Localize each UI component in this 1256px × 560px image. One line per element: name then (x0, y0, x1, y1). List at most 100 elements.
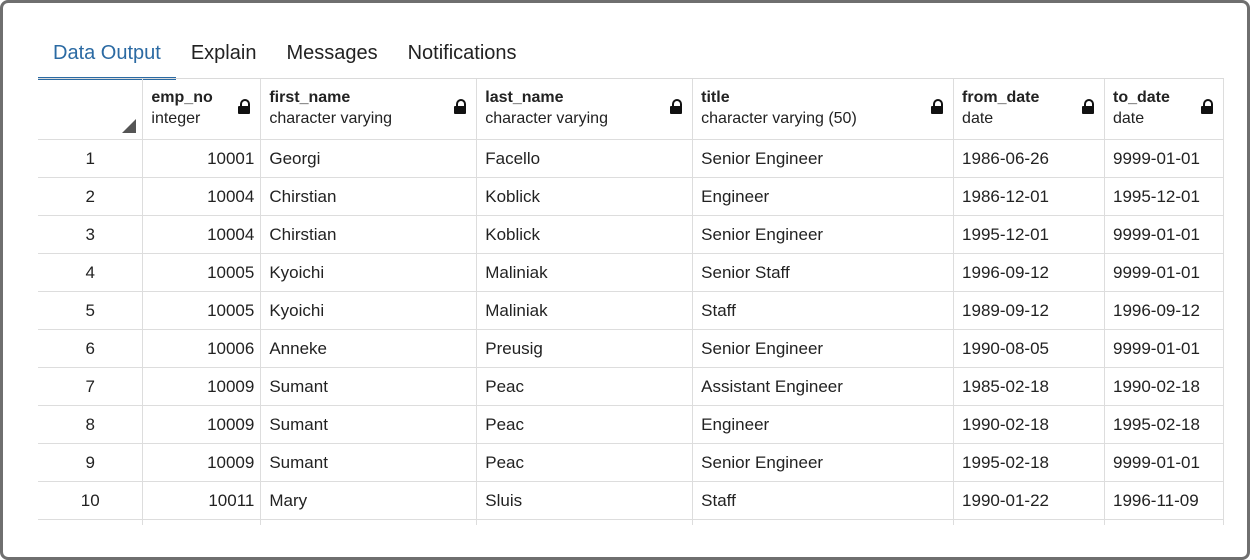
emp-no-cell[interactable]: 10009 (142, 405, 262, 444)
to-date-cell[interactable]: 9999-01-01 (1104, 215, 1224, 254)
empty-cell (692, 519, 955, 525)
lock-icon (670, 99, 683, 114)
title-cell[interactable]: Staff (692, 291, 955, 330)
to-date-cell[interactable]: 9999-01-01 (1104, 253, 1224, 292)
last-name-cell[interactable]: Sluis (476, 481, 694, 520)
from-date-cell[interactable]: 1990-08-05 (953, 329, 1105, 368)
last-name-cell[interactable]: Koblick (476, 177, 694, 216)
last-name-cell[interactable]: Peac (476, 367, 694, 406)
first-name-cell[interactable]: Georgi (260, 139, 478, 178)
row-number[interactable]: 8 (38, 405, 144, 444)
column-header-emp-no[interactable]: emp_no integer (142, 79, 262, 140)
column-type: character varying (269, 110, 393, 127)
tab-data-output[interactable]: Data Output (38, 42, 176, 80)
emp-no-cell[interactable]: 10011 (142, 481, 262, 520)
table-row[interactable]: 6 10006 Anneke Preusig Senior Engineer 1990-0… (38, 329, 1224, 368)
table-row[interactable]: 1 10001 Georgi Facello Senior Engineer 1986-0… (38, 139, 1224, 178)
row-number[interactable]: 7 (38, 367, 144, 406)
from-date-cell[interactable]: 1996-09-12 (953, 253, 1105, 292)
to-date-cell[interactable]: 9999-01-01 (1104, 443, 1224, 482)
first-name-cell[interactable]: Chirstian (260, 177, 478, 216)
table-row[interactable]: 8 10009 Sumant Peac Engineer 1990-02-18 1995-0… (38, 405, 1224, 444)
emp-no-cell[interactable]: 10004 (142, 177, 262, 216)
tab-notifications[interactable]: Notifications (393, 42, 532, 80)
first-name-cell[interactable]: Chirstian (260, 215, 478, 254)
emp-no-cell[interactable]: 10005 (142, 291, 262, 330)
column-header-title[interactable]: title character varying (50) (692, 79, 955, 140)
column-header-last-name[interactable]: last_name character varying (476, 79, 694, 140)
to-date-cell[interactable]: 9999-01-01 (1104, 139, 1224, 178)
row-number[interactable]: 2 (38, 177, 144, 216)
empty-cell (1104, 519, 1224, 525)
lock-icon (1081, 99, 1094, 114)
title-cell[interactable]: Senior Engineer (692, 443, 955, 482)
column-header-first-name[interactable]: first_name character varying (260, 79, 478, 140)
to-date-cell[interactable]: 1996-11-09 (1104, 481, 1224, 520)
to-date-cell[interactable]: 1996-09-12 (1104, 291, 1224, 330)
table-row[interactable]: 7 10009 Sumant Peac Assistant Engineer 1985-0… (38, 367, 1224, 406)
column-header-from-date[interactable]: from_date date (953, 79, 1105, 140)
select-all-cell[interactable] (38, 79, 144, 140)
to-date-cell[interactable]: 9999-01-01 (1104, 329, 1224, 368)
first-name-cell[interactable]: Sumant (260, 443, 478, 482)
from-date-cell[interactable]: 1986-12-01 (953, 177, 1105, 216)
title-cell[interactable]: Assistant Engineer (692, 367, 955, 406)
tab-messages[interactable]: Messages (271, 42, 392, 80)
row-number[interactable]: 3 (38, 215, 144, 254)
last-name-cell[interactable]: Maliniak (476, 253, 694, 292)
from-date-cell[interactable]: 1989-09-12 (953, 291, 1105, 330)
from-date-cell[interactable]: 1986-06-26 (953, 139, 1105, 178)
row-number[interactable]: 1 (38, 139, 144, 178)
row-number[interactable]: 6 (38, 329, 144, 368)
title-cell[interactable]: Staff (692, 481, 955, 520)
from-date-cell[interactable]: 1985-02-18 (953, 367, 1105, 406)
last-name-cell[interactable]: Facello (476, 139, 694, 178)
emp-no-cell[interactable]: 10004 (142, 215, 262, 254)
from-date-cell[interactable]: 1995-02-18 (953, 443, 1105, 482)
first-name-cell[interactable]: Mary (260, 481, 478, 520)
table-row[interactable]: 9 10009 Sumant Peac Senior Engineer 1995-02-1… (38, 443, 1224, 482)
first-name-cell[interactable]: Kyoichi (260, 253, 478, 292)
emp-no-cell[interactable]: 10006 (142, 329, 262, 368)
table-row[interactable]: 2 10004 Chirstian Koblick Engineer 1986-12-01… (38, 177, 1224, 216)
to-date-cell[interactable]: 1995-02-18 (1104, 405, 1224, 444)
first-name-cell[interactable]: Kyoichi (260, 291, 478, 330)
table-row[interactable]: 10 10011 Mary Sluis Staff 1990-01-22 1996-11-0… (38, 481, 1224, 520)
result-tabs: Data Output Explain Messages Notificatio… (38, 40, 532, 80)
results-table: emp_no integer first_name character vary… (38, 79, 1224, 525)
tab-explain[interactable]: Explain (176, 42, 272, 80)
title-cell[interactable]: Senior Engineer (692, 215, 955, 254)
title-cell[interactable]: Senior Engineer (692, 329, 955, 368)
last-name-cell[interactable]: Koblick (476, 215, 694, 254)
row-number[interactable]: 9 (38, 443, 144, 482)
emp-no-cell[interactable]: 10005 (142, 253, 262, 292)
first-name-cell[interactable]: Sumant (260, 367, 478, 406)
emp-no-cell[interactable]: 10009 (142, 443, 262, 482)
row-number[interactable]: 10 (38, 481, 144, 520)
title-cell[interactable]: Senior Staff (692, 253, 955, 292)
from-date-cell[interactable]: 1995-12-01 (953, 215, 1105, 254)
column-header-to-date[interactable]: to_date date (1104, 79, 1224, 140)
to-date-cell[interactable]: 1990-02-18 (1104, 367, 1224, 406)
from-date-cell[interactable]: 1990-02-18 (953, 405, 1105, 444)
row-number[interactable]: 4 (38, 253, 144, 292)
last-name-cell[interactable]: Maliniak (476, 291, 694, 330)
first-name-cell[interactable]: Anneke (260, 329, 478, 368)
from-date-cell[interactable]: 1990-01-22 (953, 481, 1105, 520)
first-name-cell[interactable]: Sumant (260, 405, 478, 444)
title-cell[interactable]: Engineer (692, 405, 955, 444)
last-name-cell[interactable]: Peac (476, 443, 694, 482)
row-number[interactable]: 5 (38, 291, 144, 330)
column-name: to_date (1112, 89, 1170, 106)
table-row[interactable]: 3 10004 Chirstian Koblick Senior Engineer 199… (38, 215, 1224, 254)
last-name-cell[interactable]: Preusig (476, 329, 694, 368)
last-name-cell[interactable]: Peac (476, 405, 694, 444)
emp-no-cell[interactable]: 10001 (142, 139, 262, 178)
empty-cell (38, 519, 144, 525)
emp-no-cell[interactable]: 10009 (142, 367, 262, 406)
table-row[interactable]: 5 10005 Kyoichi Maliniak Staff 1989-09-12 1996… (38, 291, 1224, 330)
table-row[interactable]: 4 10005 Kyoichi Maliniak Senior Staff 1996-09… (38, 253, 1224, 292)
title-cell[interactable]: Senior Engineer (692, 139, 955, 178)
to-date-cell[interactable]: 1995-12-01 (1104, 177, 1224, 216)
title-cell[interactable]: Engineer (692, 177, 955, 216)
